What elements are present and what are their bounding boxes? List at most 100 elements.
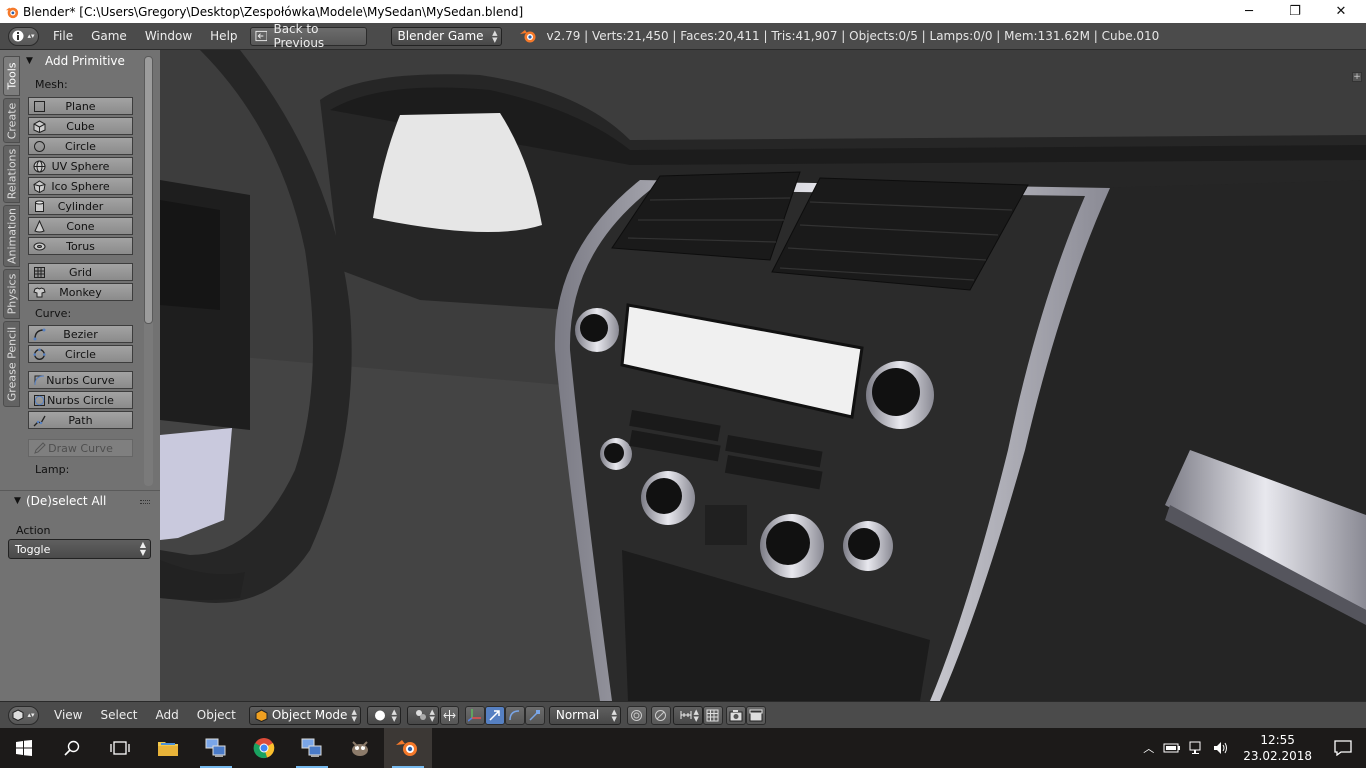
updown-arrows-icon: ▲ ▼ — [611, 707, 617, 723]
shading-select[interactable]: ▲ ▼ — [366, 705, 401, 725]
volume-icon[interactable] — [1213, 741, 1229, 755]
action-center-button[interactable] — [1320, 728, 1366, 768]
tab-physics[interactable]: Physics — [3, 269, 20, 319]
pivot-select[interactable]: ▲ ▼ — [406, 705, 439, 725]
start-button[interactable] — [0, 728, 48, 768]
updown-arrows-icon: ▲ ▼ — [391, 707, 397, 723]
render-animation-button[interactable] — [745, 705, 766, 725]
back-to-previous-button[interactable]: Back to Previous — [249, 22, 367, 50]
tab-relations-label: Relations — [5, 148, 18, 200]
task-view-button[interactable] — [96, 728, 144, 768]
operator-panel-header[interactable]: ▼ (De)select All — [0, 491, 160, 511]
add-cube-button[interactable]: Cube — [28, 117, 133, 135]
draw-curve-button[interactable]: Draw Curve — [28, 439, 133, 457]
add-uv-sphere-button[interactable]: UV Sphere — [28, 157, 133, 175]
path-icon — [33, 415, 46, 427]
add-uv-sphere-label: UV Sphere — [51, 159, 110, 173]
editor-type-button[interactable]: ▴▾ — [8, 26, 39, 46]
windows-logo-icon — [16, 740, 32, 756]
taskbar-gimp[interactable] — [336, 728, 384, 768]
add-cone-button[interactable]: Cone — [28, 217, 133, 235]
menu-window[interactable]: Window — [136, 23, 201, 50]
blender-logo-icon — [396, 740, 417, 756]
add-monkey-button[interactable]: Monkey — [28, 283, 133, 301]
task-view-icon — [110, 741, 130, 755]
menu-file[interactable]: File — [44, 23, 82, 50]
translate-manipulator-button[interactable] — [484, 705, 505, 725]
window-title: Blender* [C:\Users\Gregory\Desktop\Zespo… — [23, 4, 524, 19]
blender-logo-icon — [519, 30, 536, 43]
snap-grid-icon — [706, 709, 719, 721]
tool-shelf-scrollbar[interactable] — [144, 56, 153, 324]
add-ico-sphere-button[interactable]: Ico Sphere — [28, 177, 133, 195]
taskbar-remote-desktop-1[interactable] — [192, 728, 240, 768]
battery-icon[interactable] — [1163, 742, 1181, 754]
add-ico-sphere-label: Ico Sphere — [51, 179, 110, 193]
taskbar-file-explorer[interactable] — [144, 728, 192, 768]
add-bezier-button[interactable]: Bezier — [28, 325, 133, 343]
add-nurbs-curve-button[interactable]: Nurbs Curve — [28, 371, 133, 389]
network-icon[interactable] — [1189, 741, 1205, 755]
taskbar-chrome[interactable] — [240, 728, 288, 768]
scale-manipulator-button[interactable] — [524, 705, 545, 725]
add-bezier-label: Bezier — [63, 327, 98, 341]
add-plane-button[interactable]: Plane — [28, 97, 133, 115]
cone-icon — [34, 220, 45, 233]
minimize-button[interactable]: ─ — [1226, 0, 1272, 23]
search-button[interactable] — [48, 728, 96, 768]
add-cylinder-button[interactable]: Cylinder — [28, 197, 133, 215]
camera-icon — [729, 709, 743, 721]
menu-game[interactable]: Game — [82, 23, 136, 50]
clock-date: 23.02.2018 — [1243, 749, 1312, 763]
add-cone-label: Cone — [66, 219, 95, 233]
3d-view-icon — [12, 709, 24, 721]
mode-select[interactable]: Object Mode ▲ ▼ — [248, 705, 361, 725]
action-select[interactable]: Toggle ▲ ▼ — [8, 539, 151, 559]
ico-sphere-icon — [33, 180, 46, 193]
editor-type-button[interactable]: ▴▾ — [8, 705, 39, 725]
tab-create-label: Create — [5, 102, 18, 139]
manipulator-toggle[interactable] — [464, 705, 485, 725]
scale-icon — [529, 709, 541, 721]
nurbs-curve-icon — [34, 375, 45, 386]
menu-view[interactable]: View — [45, 702, 91, 729]
add-nurbs-circle-button[interactable]: Nurbs Circle — [28, 391, 133, 409]
plus-icon[interactable]: + — [1352, 72, 1362, 82]
add-torus-label: Torus — [66, 239, 95, 253]
add-circle-button[interactable]: Circle — [28, 137, 133, 155]
menu-help[interactable]: Help — [201, 23, 246, 50]
3d-viewport[interactable]: + — [160, 50, 1366, 701]
engine-select[interactable]: Blender Game ▲ ▼ — [390, 26, 502, 46]
tab-animation[interactable]: Animation — [3, 205, 20, 267]
render-image-button[interactable] — [725, 705, 746, 725]
plane-icon — [34, 101, 45, 112]
chevron-up-icon[interactable]: ︿ — [1138, 740, 1159, 756]
add-path-button[interactable]: Path — [28, 411, 133, 429]
tab-tools[interactable]: Tools — [3, 56, 20, 96]
menu-object[interactable]: Object — [188, 702, 245, 729]
rotate-manipulator-button[interactable] — [504, 705, 525, 725]
add-plane-label: Plane — [65, 99, 96, 113]
tab-grease-pencil[interactable]: Grease Pencil — [3, 321, 20, 407]
3d-view-header: ▴▾ View Select Add Object Object Mode ▲ ▼… — [0, 701, 1366, 728]
menu-select[interactable]: Select — [91, 702, 146, 729]
drag-grip-icon[interactable] — [140, 500, 150, 504]
maximize-button[interactable]: ❐ — [1272, 0, 1318, 23]
taskbar-blender[interactable] — [384, 728, 432, 768]
close-button[interactable]: ✕ — [1318, 0, 1364, 23]
taskbar-remote-desktop-2[interactable] — [288, 728, 336, 768]
tab-relations[interactable]: Relations — [3, 145, 20, 203]
layers-button[interactable] — [626, 705, 647, 725]
add-grid-button[interactable]: Grid — [28, 263, 133, 281]
proportional-edit-button[interactable] — [650, 705, 671, 725]
menu-add[interactable]: Add — [147, 702, 188, 729]
add-primitive-header[interactable]: ▼ Add Primitive — [20, 50, 158, 72]
add-torus-button[interactable]: Torus — [28, 237, 133, 255]
add-curve-circle-button[interactable]: Circle — [28, 345, 133, 363]
tab-create[interactable]: Create — [3, 98, 20, 143]
taskbar-clock[interactable]: 12:55 23.02.2018 — [1235, 732, 1320, 764]
snap-element-select[interactable]: ▲ ▼ — [672, 705, 703, 725]
orientation-select[interactable]: Normal ▲ ▼ — [548, 705, 621, 725]
manipulate-center-button[interactable] — [439, 705, 459, 725]
snap-toggle-button[interactable] — [702, 705, 723, 725]
